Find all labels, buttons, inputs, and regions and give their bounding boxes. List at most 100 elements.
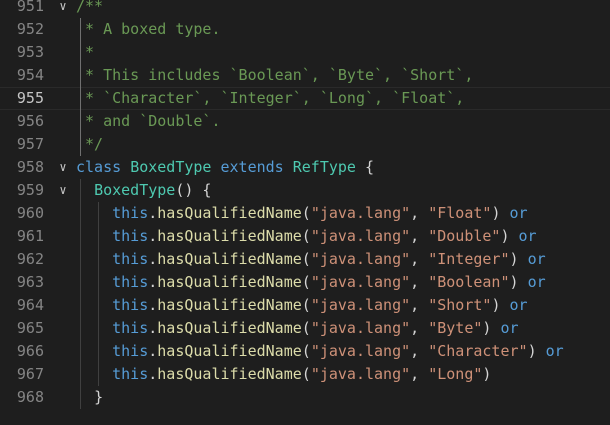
line-number: 952 [16,20,44,38]
code-line[interactable]: 960 this.hasQualifiedName("java.lang", "… [0,202,610,225]
code-text: this.hasQualifiedName("java.lang", "Doub… [76,225,536,248]
open-paren: ( [301,250,311,268]
code-text: this.hasQualifiedName("java.lang", "Inte… [76,248,546,271]
string-arg: "Integer" [428,250,510,268]
code-line[interactable]: 961 this.hasQualifiedName("java.lang", "… [0,225,610,248]
string-arg: "Long" [428,365,483,383]
close-paren: ) [500,227,510,245]
code-line[interactable]: 956 * and `Double`. [0,110,610,133]
line-number: 968 [16,388,44,406]
code-line[interactable]: 955 * `Character`, `Integer`, `Long`, `F… [0,87,610,110]
string-arg: "Short" [428,296,492,314]
code-line[interactable]: 958 ∨ class BoxedType extends RefType { [0,156,610,179]
line-number: 959 [16,181,44,199]
code-line[interactable]: 962 this.hasQualifiedName("java.lang", "… [0,248,610,271]
line-number: 957 [16,135,44,153]
fold-chevron-icon[interactable]: ∨ [56,179,70,202]
line-number: 961 [16,227,44,245]
line-number: 954 [16,66,44,84]
comma: , [410,204,429,222]
comma: , [410,227,429,245]
constructor-name: BoxedType [94,181,176,199]
keyword-or: or [527,250,546,268]
code-line[interactable]: 952 * A boxed type. [0,18,610,41]
comment-text: * `Character`, `Integer`, `Long`, `Float… [76,89,465,107]
dot: . [148,342,158,360]
open-brace: { [355,158,375,176]
fold-chevron-icon[interactable]: ∨ [56,0,70,18]
line-number: 967 [16,365,44,383]
code-line[interactable]: 966 this.hasQualifiedName("java.lang", "… [0,340,610,363]
dot: . [148,365,158,383]
line-number: 962 [16,250,44,268]
keyword-this: this [112,227,149,245]
open-paren: ( [301,204,311,222]
code-line[interactable]: 957 */ [0,133,610,156]
line-number: 955 [16,89,44,107]
line-number: 953 [16,43,44,61]
code-line[interactable]: 968 } [0,386,610,409]
code-text: class BoxedType extends RefType { [76,156,374,179]
code-line[interactable]: 967 this.hasQualifiedName("java.lang", "… [0,363,610,386]
open-paren: ( [301,342,311,360]
dot: . [148,319,158,337]
comma: , [410,319,429,337]
open-paren: ( [301,227,311,245]
code-line[interactable]: 953 * [0,41,610,64]
code-line[interactable]: 951 ∨ /** [0,0,610,18]
close-paren: ) [527,342,537,360]
close-paren: ) [509,273,519,291]
method-name: hasQualifiedName [157,227,302,245]
fold-chevron-icon[interactable]: ∨ [56,156,70,179]
code-text: BoxedType() { [76,179,211,202]
keyword-this: this [112,342,149,360]
code-line[interactable]: 963 this.hasQualifiedName("java.lang", "… [0,271,610,294]
line-number: 964 [16,296,44,314]
code-text: this.hasQualifiedName("java.lang", "Char… [76,340,564,363]
keyword-or: or [500,319,519,337]
string-arg: "java.lang" [310,250,411,268]
close-paren: ) [482,365,492,383]
line-number: 958 [16,158,44,176]
code-line[interactable]: 959 ∨ BoxedType() { [0,179,610,202]
code-text: this.hasQualifiedName("java.lang", "Bool… [76,271,546,294]
string-arg: "java.lang" [310,273,411,291]
keyword-class: class [76,158,122,176]
string-arg: "java.lang" [310,296,411,314]
string-arg: "java.lang" [310,227,411,245]
line-number: 966 [16,342,44,360]
dot: . [148,204,158,222]
string-arg: "Character" [428,342,528,360]
line-number: 951 [16,0,44,15]
keyword-this: this [112,319,149,337]
comment-text: /** [76,0,104,15]
line-number: 963 [16,273,44,291]
comma: , [410,273,429,291]
string-arg: "Byte" [428,319,483,337]
code-line[interactable]: 965 this.hasQualifiedName("java.lang", "… [0,317,610,340]
code-line[interactable]: 964 this.hasQualifiedName("java.lang", "… [0,294,610,317]
code-text: * `Character`, `Integer`, `Long`, `Float… [76,87,464,110]
string-arg: "Double" [428,227,501,245]
keyword-this: this [112,250,149,268]
line-number: 956 [16,112,44,130]
code-editor[interactable]: 951 ∨/** 952 * A boxed type. 953 * 954 * Thi… [0,0,610,425]
code-line[interactable]: 954 * This includes `Boolean`, `Byte`, `… [0,64,610,87]
method-name: hasQualifiedName [157,319,302,337]
close-brace: } [94,388,104,406]
method-name: hasQualifiedName [157,250,302,268]
code-text: this.hasQualifiedName("java.lang", "Floa… [76,202,527,225]
comment-text: * A boxed type. [76,20,221,38]
code-text: * A boxed type. [76,18,221,41]
